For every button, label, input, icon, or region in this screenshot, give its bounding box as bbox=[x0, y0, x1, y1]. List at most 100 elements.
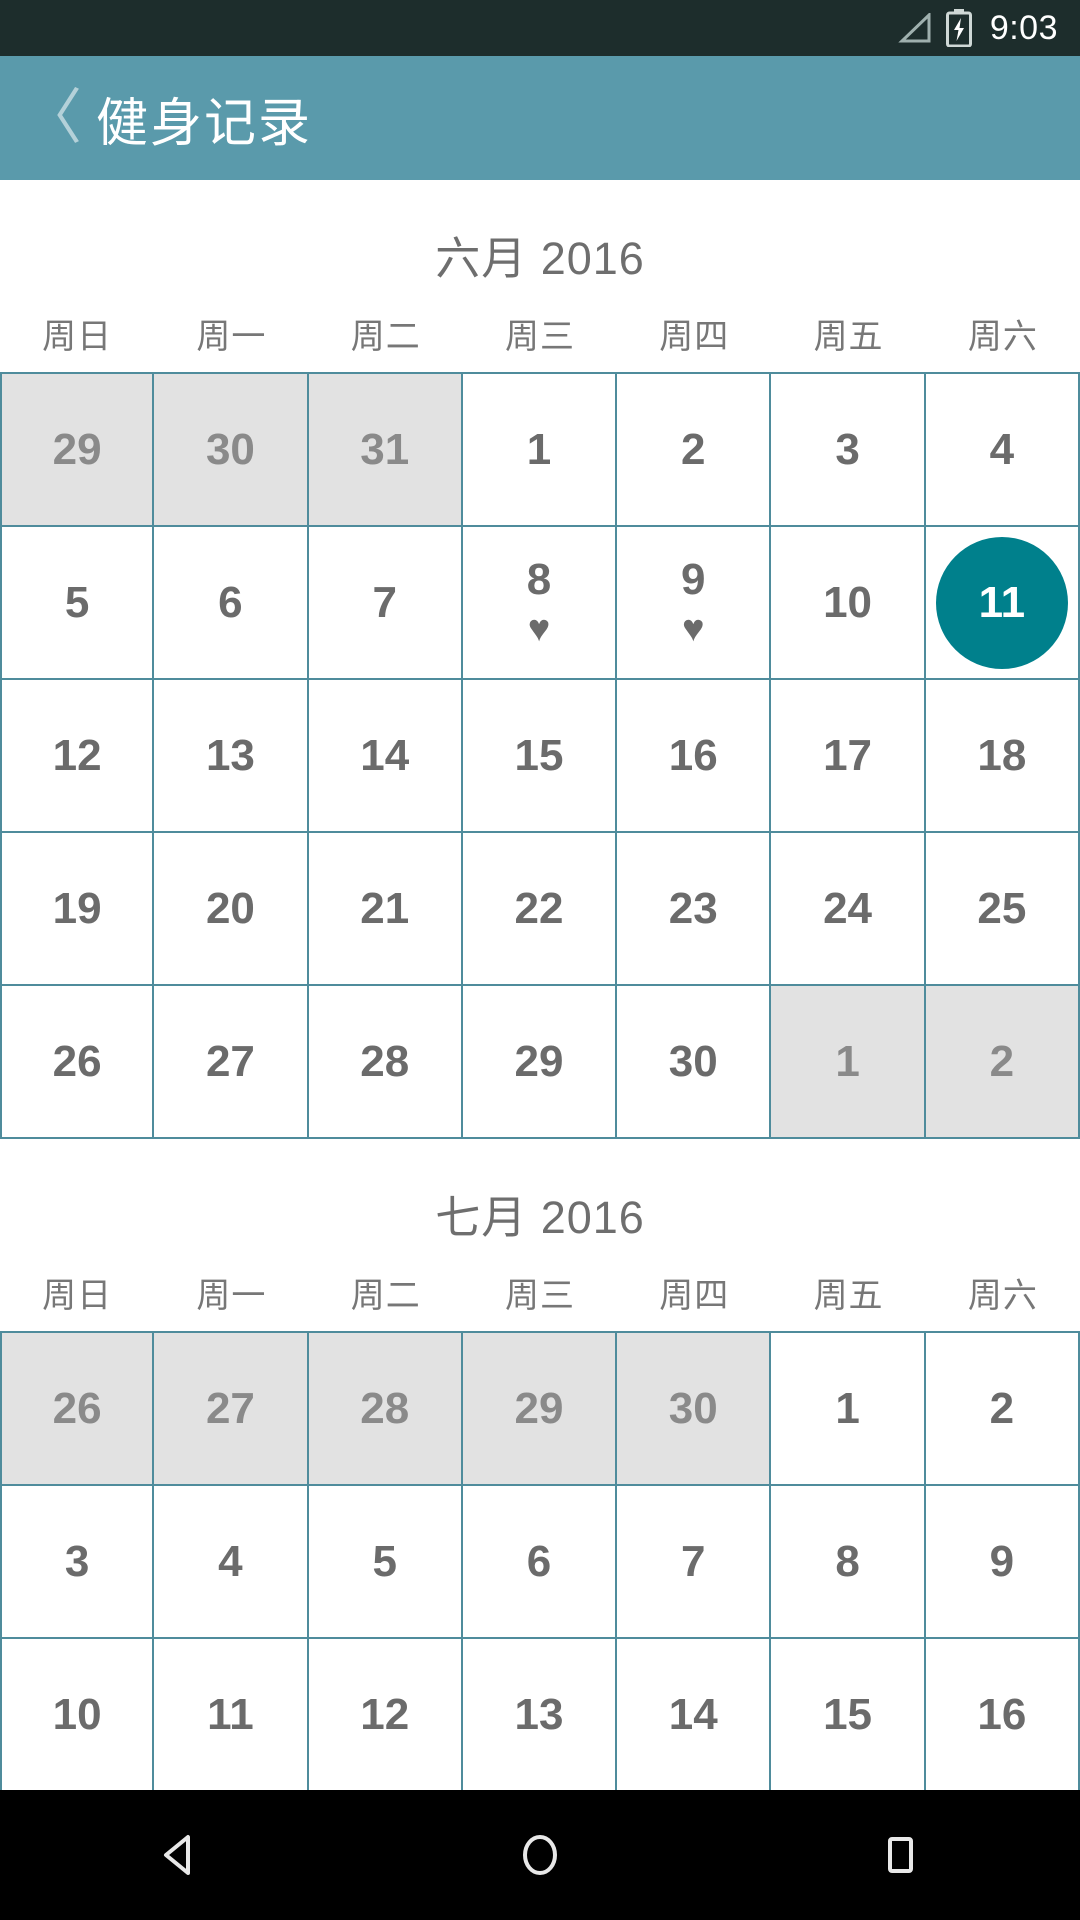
calendar-day-cell[interactable]: 26 bbox=[0, 986, 155, 1137]
month-block: 六月 2016 周日 周一 周二 周三 周四 周五 周六 29 30 31 1 2 3 4 5 6 7 8 ♥ 9 ♥ 10… bbox=[0, 180, 1080, 1139]
calendar-day-cell-selected[interactable]: 11 bbox=[925, 527, 1080, 678]
day-number: 4 bbox=[218, 1536, 243, 1586]
month-block: 七月 2016 周日 周一 周二 周三 周四 周五 周六 26 27 28 29 30 1 2 3 4 5 6 7 8 9… bbox=[0, 1139, 1080, 1790]
weekday-header-row: 周日 周一 周二 周三 周四 周五 周六 bbox=[0, 309, 1080, 372]
calendar-day-cell[interactable]: 30 bbox=[154, 374, 309, 525]
day-number: 13 bbox=[205, 730, 255, 780]
calendar-week-row: 19 20 21 22 23 24 25 bbox=[0, 831, 1080, 984]
calendar-day-cell[interactable]: 8 bbox=[771, 1486, 926, 1637]
day-number: 30 bbox=[668, 1383, 718, 1433]
calendar-day-cell[interactable]: 16 bbox=[925, 1639, 1080, 1790]
calendar-day-cell[interactable]: 9 bbox=[925, 1486, 1080, 1637]
day-number: 7 bbox=[372, 577, 397, 627]
day-number: 10 bbox=[823, 577, 873, 627]
calendar-day-cell[interactable]: 4 bbox=[154, 1486, 309, 1637]
weekday-label: 周二 bbox=[350, 1277, 421, 1315]
weekday-label: 周二 bbox=[350, 318, 421, 356]
calendar-day-cell[interactable]: 30 bbox=[617, 986, 772, 1137]
nav-back-button[interactable] bbox=[90, 1829, 270, 1881]
calendar-day-cell[interactable]: 3 bbox=[0, 1486, 155, 1637]
calendar-day-cell[interactable]: 12 bbox=[308, 1639, 463, 1790]
calendar-day-cell[interactable]: 13 bbox=[154, 680, 309, 831]
calendar-day-cell[interactable]: 14 bbox=[308, 680, 463, 831]
calendar-day-cell[interactable]: 6 bbox=[154, 527, 309, 678]
weekday-label: 周六 bbox=[967, 318, 1038, 356]
calendar-day-cell[interactable]: 19 bbox=[0, 833, 155, 984]
weekday-label: 周四 bbox=[659, 318, 730, 356]
calendar-day-cell[interactable]: 10 bbox=[0, 1639, 155, 1790]
calendar-day-cell[interactable]: 21 bbox=[308, 833, 463, 984]
calendar-day-cell[interactable]: 10 bbox=[771, 527, 926, 678]
app-root: 9:03 〈 健身记录 六月 2016 周日 周一 周二 周三 周四 周五 周六 29 30 31 1… bbox=[0, 0, 1080, 1920]
calendar-day-cell[interactable]: 7 bbox=[617, 1486, 772, 1637]
calendar-day-cell[interactable]: 7 bbox=[308, 527, 463, 678]
calendar-week-row: 26 27 28 29 30 1 2 bbox=[0, 1331, 1080, 1484]
day-number: 28 bbox=[360, 1036, 410, 1086]
calendar-day-cell[interactable]: 20 bbox=[154, 833, 309, 984]
calendar-day-cell[interactable]: 17 bbox=[771, 680, 926, 831]
calendar-day-cell[interactable]: 15 bbox=[462, 680, 618, 831]
day-number: 25 bbox=[977, 883, 1027, 933]
calendar-day-cell[interactable]: 13 bbox=[462, 1639, 618, 1790]
calendar-day-cell[interactable]: 28 bbox=[308, 1333, 463, 1484]
back-chevron-icon[interactable]: 〈 bbox=[22, 88, 82, 148]
day-number: 30 bbox=[205, 424, 255, 474]
calendar-scroll-area[interactable]: 六月 2016 周日 周一 周二 周三 周四 周五 周六 29 30 31 1 2 3 4 5 6 7 8 ♥ 9 ♥ 10… bbox=[0, 180, 1080, 1790]
weekday-label: 周日 bbox=[42, 318, 113, 356]
calendar-day-cell[interactable]: 6 bbox=[462, 1486, 618, 1637]
day-number: 7 bbox=[681, 1536, 706, 1586]
calendar-day-cell[interactable]: 16 bbox=[617, 680, 772, 831]
calendar-day-cell[interactable]: 5 bbox=[0, 527, 155, 678]
day-number: 16 bbox=[977, 1689, 1027, 1739]
calendar-day-cell[interactable]: 2 bbox=[617, 374, 772, 525]
calendar-day-cell[interactable]: 12 bbox=[0, 680, 155, 831]
weekday-label: 周六 bbox=[967, 1277, 1038, 1315]
calendar-day-cell[interactable]: 30 bbox=[617, 1333, 772, 1484]
calendar-day-cell[interactable]: 1 bbox=[462, 374, 618, 525]
calendar-day-cell[interactable]: 23 bbox=[617, 833, 772, 984]
calendar-day-cell[interactable]: 8 ♥ bbox=[462, 527, 618, 678]
action-bar: 〈 健身记录 bbox=[0, 56, 1080, 180]
calendar-day-cell[interactable]: 1 bbox=[771, 1333, 926, 1484]
calendar-day-cell[interactable]: 29 bbox=[462, 986, 618, 1137]
calendar-day-cell[interactable]: 9 ♥ bbox=[617, 527, 772, 678]
calendar-day-cell[interactable]: 11 bbox=[154, 1639, 309, 1790]
nav-home-button[interactable] bbox=[450, 1829, 630, 1881]
weekday-label: 周一 bbox=[196, 318, 267, 356]
day-number: 4 bbox=[989, 424, 1015, 474]
calendar-day-cell[interactable]: 27 bbox=[154, 1333, 309, 1484]
day-number: 11 bbox=[978, 577, 1026, 627]
day-number: 9 bbox=[681, 554, 706, 604]
day-number: 14 bbox=[360, 730, 410, 780]
recents-square-icon bbox=[888, 1837, 913, 1873]
day-number: 8 bbox=[835, 1536, 860, 1586]
calendar-day-cell[interactable]: 28 bbox=[308, 986, 463, 1137]
day-number: 20 bbox=[205, 883, 255, 933]
calendar-day-cell[interactable]: 5 bbox=[308, 1486, 463, 1637]
day-number: 29 bbox=[514, 1036, 564, 1086]
day-number: 17 bbox=[823, 730, 873, 780]
calendar-day-cell[interactable]: 2 bbox=[925, 986, 1080, 1137]
calendar-day-cell[interactable]: 31 bbox=[308, 374, 463, 525]
calendar-day-cell[interactable]: 1 bbox=[771, 986, 926, 1137]
calendar-day-cell[interactable]: 2 bbox=[925, 1333, 1080, 1484]
calendar-day-cell[interactable]: 14 bbox=[617, 1639, 772, 1790]
calendar-day-cell[interactable]: 26 bbox=[0, 1333, 155, 1484]
calendar-day-cell[interactable]: 25 bbox=[925, 833, 1080, 984]
heart-icon: ♥ bbox=[682, 607, 705, 650]
nav-recents-button[interactable] bbox=[810, 1829, 990, 1881]
calendar-day-cell[interactable]: 18 bbox=[925, 680, 1080, 831]
calendar-day-cell[interactable]: 4 bbox=[925, 374, 1080, 525]
calendar-day-cell[interactable]: 3 bbox=[771, 374, 926, 525]
calendar-day-cell[interactable]: 29 bbox=[0, 374, 155, 525]
calendar-day-cell[interactable]: 29 bbox=[462, 1333, 618, 1484]
day-number: 12 bbox=[52, 730, 102, 780]
calendar-day-cell[interactable]: 22 bbox=[462, 833, 618, 984]
day-number: 14 bbox=[668, 1689, 718, 1739]
calendar-day-cell[interactable]: 24 bbox=[771, 833, 926, 984]
weekday-label: 周五 bbox=[813, 318, 884, 356]
calendar-day-cell[interactable]: 15 bbox=[771, 1639, 926, 1790]
calendar-day-cell[interactable]: 27 bbox=[154, 986, 309, 1137]
status-bar: 9:03 bbox=[0, 0, 1080, 56]
day-number: 27 bbox=[205, 1036, 255, 1086]
